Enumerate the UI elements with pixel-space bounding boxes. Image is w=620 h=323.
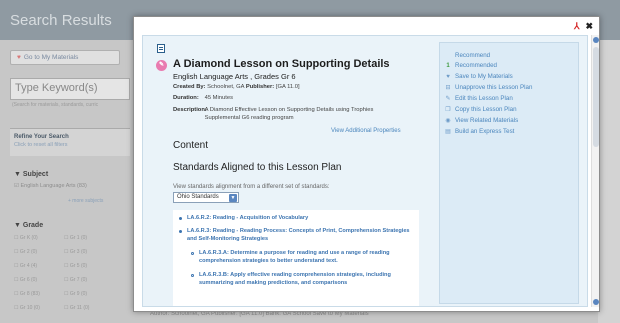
view-additional-properties-link[interactable]: View Additional Properties: [331, 128, 401, 134]
eye-icon: ◉: [445, 118, 451, 124]
more-subjects-link[interactable]: + more subjects: [68, 198, 103, 204]
recommended-count: 1 Recommended: [444, 62, 497, 69]
chevron-down-icon: ▼: [229, 194, 237, 202]
grade-filter-item[interactable]: ☐ Gr 8 (83): [14, 291, 62, 304]
background-right-gutter: [598, 40, 620, 323]
bullet-icon: [179, 230, 182, 233]
copy-lesson-link[interactable]: ❐ Copy this Lesson Plan: [444, 106, 516, 113]
actions-panel: Recommend 1 Recommended ♥ Save to My Mater…: [439, 42, 579, 304]
save-to-my-materials-link[interactable]: ♥ Save to My Materials: [444, 73, 513, 80]
created-by-line: Created By: Schoolnet, GA Publisher: [GA…: [173, 84, 300, 90]
grade-filter-item[interactable]: ☐ Gr 3 (0): [64, 249, 112, 262]
refine-title: Refine Your Search: [14, 134, 69, 140]
subject-filter-item[interactable]: ☑ English Language Arts (83): [14, 183, 87, 189]
lesson-subtitle: English Language Arts , Grades Gr 6: [173, 72, 296, 81]
bullet-icon: [179, 217, 182, 220]
edit-lesson-link[interactable]: ✎ Edit this Lesson Plan: [444, 95, 512, 102]
recommend-count-icon: 1: [446, 63, 450, 69]
close-icon[interactable]: ✖: [585, 21, 593, 31]
grade-filter-item[interactable]: ☐ Gr 9 (0): [64, 291, 112, 304]
heart-icon: ♥: [446, 74, 450, 80]
grade-filter-item[interactable]: ☐ Gr K (0): [14, 235, 62, 248]
search-input[interactable]: Type Keyword(s): [10, 78, 130, 100]
pencil-icon: ✎: [445, 96, 451, 102]
grade-heading: ▼ Grade: [14, 222, 44, 229]
scroll-thumb[interactable]: [593, 47, 599, 147]
document-icon: [157, 44, 165, 53]
modal-scrollbar[interactable]: [591, 35, 599, 307]
content-heading: Content: [173, 140, 209, 151]
grade-filter-item[interactable]: ☐ Gr 11 (0): [64, 305, 112, 318]
standard-subitem[interactable]: LA.6.R.3.A: Determine a purpose for read…: [199, 249, 415, 265]
scroll-down-icon[interactable]: [593, 299, 599, 305]
grade-filter-item[interactable]: ☐ Gr 7 (0): [64, 277, 112, 290]
standard-item[interactable]: LA.6.R.3: Reading - Reading Process: Con…: [187, 227, 415, 243]
modal-toolbar: ⅄ ✖: [574, 21, 593, 32]
grade-filter-item[interactable]: ☐ Gr 10 (0): [14, 305, 62, 318]
go-to-my-materials-button[interactable]: ♥ Go to My Materials: [10, 50, 120, 65]
standards-select-value: Ohio Standards: [177, 194, 219, 200]
lesson-badge-icon: ✎: [156, 60, 167, 71]
sub-bullet-icon: [191, 252, 194, 255]
recommend-link[interactable]: Recommend: [455, 52, 490, 59]
grade-filter-item[interactable]: ☐ Gr 1 (0): [64, 235, 112, 248]
standard-subitem[interactable]: LA.6.R.3.B: Apply effective reading comp…: [199, 271, 415, 287]
standards-select[interactable]: Ohio Standards ▼: [173, 192, 239, 203]
page-title: Search Results: [10, 12, 112, 29]
pdf-icon[interactable]: ⅄: [574, 21, 580, 31]
description-label: Description:: [173, 107, 207, 113]
lesson-title: A Diamond Lesson on Supporting Details: [173, 58, 390, 70]
build-express-test-link[interactable]: ▤ Build an Express Test: [444, 128, 514, 135]
grade-filter-item[interactable]: ☐ Gr 4 (4): [14, 263, 62, 276]
test-icon: ▤: [445, 129, 451, 135]
copy-icon: ❐: [445, 107, 451, 113]
unapprove-icon: ⊟: [445, 85, 451, 91]
heart-icon: ♥: [17, 54, 21, 61]
duration-label: Duration:: [173, 95, 199, 101]
subject-heading: ▼ Subject: [14, 171, 49, 178]
lesson-plan-content: ✎ A Diamond Lesson on Supporting Details…: [142, 35, 588, 307]
scroll-up-icon[interactable]: [593, 37, 599, 43]
grade-filter-item[interactable]: ☐ Gr 5 (0): [64, 263, 112, 276]
refine-reset-link[interactable]: Click to reset all filters: [14, 142, 68, 148]
grade-filter-item[interactable]: ☐ Gr 2 (0): [14, 249, 62, 262]
duration-row: Duration: 45 Minutes: [173, 95, 400, 103]
grade-filter-grid: ☐ Gr K (0) ☐ Gr 1 (0) ☐ Gr 2 (0) ☐ Gr 3 …: [14, 234, 124, 318]
description-row: Description: A Diamond Effective Lesson …: [173, 107, 400, 122]
unapprove-lesson-link[interactable]: ⊟ Unapprove this Lesson Plan: [444, 84, 532, 91]
view-related-materials-link[interactable]: ◉ View Related Materials: [444, 117, 518, 124]
standard-item[interactable]: LA.6.R.2: Reading - Acquisition of Vocab…: [187, 214, 415, 222]
description-value: A Diamond Effective Lesson on Supporting…: [204, 107, 374, 121]
standards-heading: Standards Aligned to this Lesson Plan: [173, 162, 342, 173]
sub-bullet-icon: [191, 274, 194, 277]
standards-list: LA.6.R.2: Reading - Acquisition of Vocab…: [173, 210, 419, 306]
lesson-plan-modal: ⅄ ✖ ✎ A Diamond Lesson on Supporting Deta…: [133, 16, 600, 312]
view-alignment-label: View standards alignment from a differen…: [173, 184, 330, 190]
duration-value: 45 Minutes: [204, 95, 233, 101]
search-hint: (Search for materials, standards, curric: [12, 102, 99, 108]
grade-filter-item[interactable]: ☐ Gr 6 (0): [14, 277, 62, 290]
